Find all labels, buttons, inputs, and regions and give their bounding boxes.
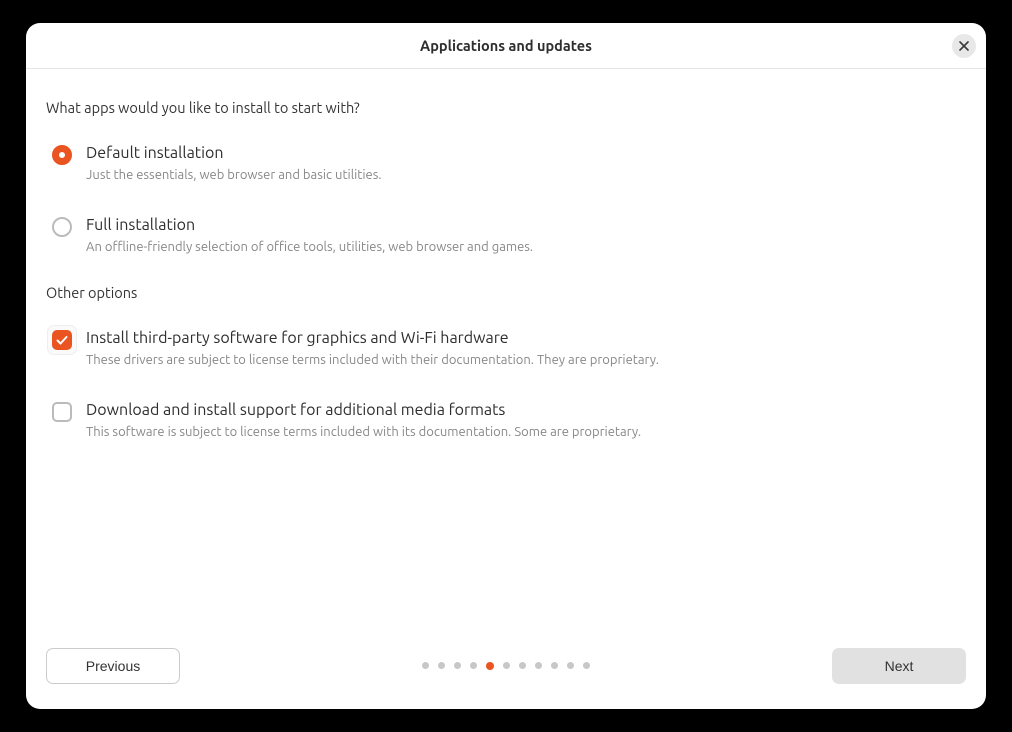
close-button[interactable] xyxy=(952,34,976,58)
page-indicator xyxy=(422,662,590,670)
installer-dialog: Applications and updates What apps would… xyxy=(26,23,986,709)
option-texts: Install third-party software for graphic… xyxy=(86,329,659,367)
pager-dot xyxy=(470,662,477,669)
pager-dot xyxy=(567,662,574,669)
option-texts: Default installation Just the essentials… xyxy=(86,144,382,182)
option-desc: These drivers are subject to license ter… xyxy=(86,353,659,367)
checkbox-checked-icon xyxy=(52,330,72,350)
pager-dot xyxy=(583,662,590,669)
pager-dot xyxy=(503,662,510,669)
option-label: Default installation xyxy=(86,144,382,162)
checkbox-option-thirdparty[interactable]: Install third-party software for graphic… xyxy=(46,329,966,367)
pager-dot xyxy=(438,662,445,669)
option-label: Download and install support for additio… xyxy=(86,401,641,419)
radio-default[interactable] xyxy=(52,145,72,165)
pager-dot xyxy=(551,662,558,669)
checkbox-media[interactable] xyxy=(52,402,72,422)
dialog-content: What apps would you like to install to s… xyxy=(26,69,986,639)
close-icon xyxy=(959,41,969,51)
pager-dot xyxy=(535,662,542,669)
radio-option-full[interactable]: Full installation An offline-friendly se… xyxy=(46,216,966,254)
next-button[interactable]: Next xyxy=(832,648,966,684)
pager-dot-active xyxy=(486,662,494,670)
radio-full[interactable] xyxy=(52,217,72,237)
option-label: Install third-party software for graphic… xyxy=(86,329,659,347)
pager-dot xyxy=(454,662,461,669)
option-desc: An offline-friendly selection of office … xyxy=(86,240,533,254)
dialog-footer: Previous Next xyxy=(26,639,986,709)
previous-button[interactable]: Previous xyxy=(46,648,180,684)
option-texts: Download and install support for additio… xyxy=(86,401,641,439)
option-texts: Full installation An offline-friendly se… xyxy=(86,216,533,254)
option-desc: Just the essentials, web browser and bas… xyxy=(86,168,382,182)
option-label: Full installation xyxy=(86,216,533,234)
other-options-heading: Other options xyxy=(46,284,966,301)
option-desc: This software is subject to license term… xyxy=(86,425,641,439)
checkbox-thirdparty[interactable] xyxy=(52,330,72,350)
radio-selected-icon xyxy=(52,145,72,165)
dialog-title: Applications and updates xyxy=(420,37,592,54)
radio-unselected-icon xyxy=(52,217,72,237)
question-text: What apps would you like to install to s… xyxy=(46,99,966,116)
checkbox-option-media[interactable]: Download and install support for additio… xyxy=(46,401,966,439)
pager-dot xyxy=(422,662,429,669)
pager-dot xyxy=(519,662,526,669)
checkbox-unchecked-icon xyxy=(52,402,72,422)
titlebar: Applications and updates xyxy=(26,23,986,69)
radio-option-default[interactable]: Default installation Just the essentials… xyxy=(46,144,966,182)
